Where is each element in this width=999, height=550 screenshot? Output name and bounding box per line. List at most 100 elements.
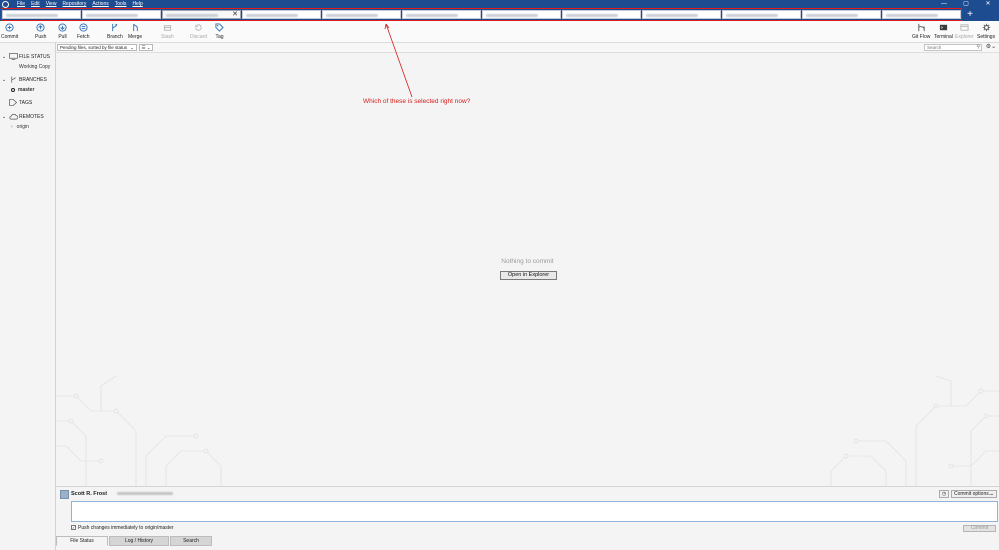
search-input[interactable] xyxy=(924,44,982,51)
stash-toolbar-button[interactable]: Stash xyxy=(161,23,174,40)
file-status-heading: FILE STATUS xyxy=(19,53,50,60)
git-flow-icon xyxy=(918,23,925,32)
subbar-settings-button[interactable]: ⚙⌄ xyxy=(985,44,997,51)
pull-toolbar-button[interactable]: Pull xyxy=(58,23,67,40)
push-immediately-checkbox[interactable]: ✓ xyxy=(71,525,76,530)
commit-panel: Scott R. Frost ◷ Commit options... ⌄ ✓ P… xyxy=(56,486,999,536)
terminal-toolbar-button[interactable]: Terminal xyxy=(934,23,953,40)
branch-toolbar-button[interactable]: Branch xyxy=(107,23,123,40)
author-name: Scott R. Frost xyxy=(71,491,108,497)
blurred-author-email xyxy=(117,492,173,495)
tag-icon xyxy=(9,99,18,106)
repo-tab-12[interactable] xyxy=(882,10,961,19)
menu-view[interactable]: View xyxy=(46,1,57,7)
chevron-right-icon[interactable]: › xyxy=(11,124,13,130)
menu-edit[interactable]: Edit xyxy=(31,1,40,7)
menu-actions[interactable]: Actions xyxy=(92,1,108,7)
tag-toolbar-button[interactable]: Tag xyxy=(215,23,224,40)
push-immediately-label: Push changes immediately to origin/maste… xyxy=(78,525,174,531)
merge-toolbar-button[interactable]: Merge xyxy=(128,23,142,40)
repo-tab-2[interactable] xyxy=(82,10,161,19)
app-logo-icon xyxy=(2,0,9,8)
tag-icon xyxy=(215,23,224,32)
commit-toolbar-button[interactable]: Commit xyxy=(1,23,18,40)
chevron-down-icon: ⌄ xyxy=(989,491,994,497)
settings-label: Settings xyxy=(977,34,996,40)
checkmark-icon: ✓ xyxy=(72,525,76,530)
stash-icon xyxy=(163,25,171,31)
list-view-icon: ☰ xyxy=(141,45,146,50)
commit-options-label: Commit options... xyxy=(954,491,993,497)
branch-icon xyxy=(11,76,16,83)
repo-tab-5[interactable] xyxy=(322,10,401,19)
sidebar-tags[interactable]: TAGS xyxy=(2,99,32,106)
commit-icon xyxy=(5,23,14,32)
repo-tab-4[interactable] xyxy=(242,10,321,19)
blurred-tab-title xyxy=(486,13,538,17)
menu-repository[interactable]: Repository xyxy=(62,1,86,7)
sidebar-branches[interactable]: ⌄ BRANCHES xyxy=(2,76,47,83)
menu-help[interactable]: Help xyxy=(132,1,142,7)
commit-options-dropdown[interactable]: Commit options... ⌄ xyxy=(951,490,997,498)
close-tab-icon[interactable]: ✕ xyxy=(232,11,238,19)
terminal-icon xyxy=(939,24,948,31)
repo-tab-6[interactable] xyxy=(402,10,481,19)
merge-label: Merge xyxy=(128,34,143,40)
close-window-button[interactable]: ✕ xyxy=(977,0,999,8)
annotation-question: Which of these is selected right now? xyxy=(363,98,471,105)
maximize-button[interactable]: ▢ xyxy=(955,0,977,8)
sort-dropdown[interactable]: Pending files, sorted by file status ⌄ xyxy=(57,44,137,51)
add-tab-button[interactable]: + xyxy=(964,10,976,20)
settings-toolbar-button[interactable]: Settings xyxy=(977,23,995,40)
sidebar: ⌄ FILE STATUS Working Copy ⌄ BRANCHES ma… xyxy=(0,43,56,550)
sidebar-remotes[interactable]: ⌄ REMOTES xyxy=(2,113,44,120)
menu-tools[interactable]: Tools xyxy=(115,1,127,7)
repo-tab-7[interactable] xyxy=(482,10,561,19)
sidebar-file-status[interactable]: ⌄ FILE STATUS xyxy=(2,53,50,60)
stash-label: Stash xyxy=(161,34,174,40)
discard-icon xyxy=(195,24,202,31)
chevron-down-icon[interactable]: ⌄ xyxy=(2,114,9,120)
title-bar: File Edit View Repository Actions Tools … xyxy=(0,0,999,8)
blurred-tab-title xyxy=(166,13,218,17)
blurred-tab-title xyxy=(86,13,138,17)
menu-bar: File Edit View Repository Actions Tools … xyxy=(17,1,143,7)
blurred-tab-title xyxy=(886,13,938,17)
chevron-down-icon[interactable]: ⌄ xyxy=(2,54,9,60)
git-flow-toolbar-button[interactable]: Git Flow xyxy=(912,23,930,40)
discard-toolbar-button[interactable]: Discard xyxy=(190,23,207,40)
tab-log-history[interactable]: Log / History xyxy=(109,536,169,546)
repo-tab-1[interactable] xyxy=(2,10,81,19)
cloud-icon xyxy=(9,113,18,120)
minimize-button[interactable]: — xyxy=(933,0,955,8)
chevron-down-icon[interactable]: ⌄ xyxy=(2,77,9,83)
tab-file-status[interactable]: File Status xyxy=(56,536,108,546)
commit-button[interactable]: Commit xyxy=(963,525,996,532)
merge-icon xyxy=(132,23,138,32)
search-icon: ⚲ xyxy=(976,44,980,50)
tab-search[interactable]: Search xyxy=(170,536,212,546)
sidebar-item-working-copy[interactable]: Working Copy xyxy=(19,64,50,70)
repo-tab-8[interactable] xyxy=(562,10,641,19)
repo-tab-10[interactable] xyxy=(722,10,801,19)
circuit-background-decoration xyxy=(56,376,999,486)
branches-heading: BRANCHES xyxy=(19,76,47,83)
open-in-explorer-button[interactable]: Open in Explorer xyxy=(500,271,557,280)
main-toolbar: Commit Push Pull Fetch Branch Merge Stas… xyxy=(0,21,999,43)
discard-label: Discard xyxy=(190,34,207,40)
sidebar-item-master[interactable]: master xyxy=(11,87,34,93)
blurred-tab-title xyxy=(6,13,58,17)
fetch-toolbar-button[interactable]: Fetch xyxy=(77,23,90,40)
commit-message-input[interactable] xyxy=(71,501,998,522)
repo-tab-9[interactable] xyxy=(642,10,721,19)
menu-file[interactable]: File xyxy=(17,1,25,7)
push-toolbar-button[interactable]: Push xyxy=(35,23,46,40)
repo-tab-3-active[interactable]: ✕ xyxy=(162,10,241,19)
sidebar-item-origin[interactable]: › origin xyxy=(11,124,29,130)
view-mode-dropdown[interactable]: ☰ ⌄ xyxy=(139,44,153,51)
blurred-tab-title xyxy=(246,13,298,17)
avatar xyxy=(60,490,69,499)
repo-tab-11[interactable] xyxy=(802,10,881,19)
commit-history-button[interactable]: ◷ xyxy=(939,490,949,498)
explorer-toolbar-button[interactable]: Explorer xyxy=(955,23,974,40)
